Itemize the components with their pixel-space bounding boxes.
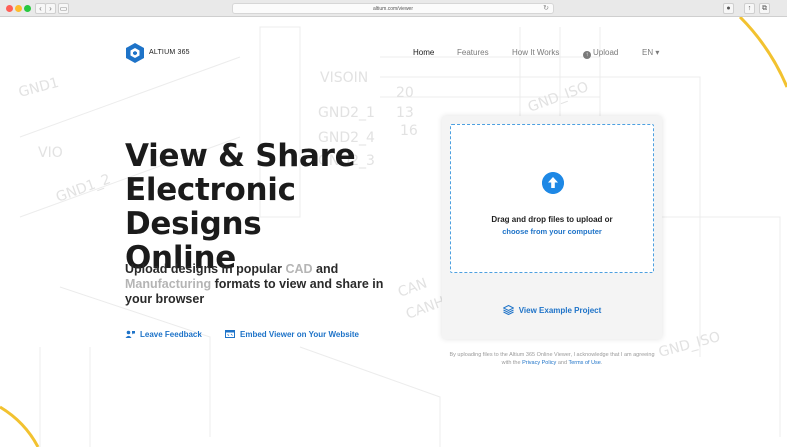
- page-title: View & Share Electronic Designs Online: [125, 139, 425, 275]
- bg-label-gnd2-1: GND2_1: [318, 105, 375, 121]
- minimize-window-icon[interactable]: [15, 5, 22, 12]
- bg-label-13: 13: [396, 105, 414, 121]
- upload-card: Drag and drop files to upload or choose …: [442, 116, 662, 339]
- bg-label-can: CAN: [396, 276, 430, 301]
- privacy-policy-link[interactable]: Privacy Policy: [522, 360, 556, 366]
- subtitle-text-2: and: [312, 262, 339, 276]
- decorative-curve-bottom: [0, 405, 40, 447]
- arrow-up-circle-icon: [542, 172, 564, 194]
- url-text: altium.com/viewer: [372, 6, 413, 12]
- title-line-2: Electronic Designs: [125, 172, 296, 242]
- bg-label-gnd-iso: GND_ISO: [657, 329, 722, 361]
- logo-text[interactable]: ALTIUM 365: [149, 49, 190, 56]
- bg-label-gnd1: GND1: [17, 75, 61, 101]
- legal-and: and: [556, 360, 569, 366]
- embed-viewer-label: Embed Viewer on Your Website: [240, 330, 359, 339]
- nav-upload-label: Upload: [593, 48, 619, 57]
- subtitle-cad: CAD: [285, 262, 313, 276]
- file-drop-zone[interactable]: Drag and drop files to upload or choose …: [450, 124, 654, 273]
- bg-label-vio: VIO: [38, 145, 63, 161]
- nav-upload[interactable]: ↑ Upload: [583, 48, 618, 59]
- choose-file-link[interactable]: choose from your computer: [451, 227, 653, 236]
- subtitle-manufacturing: Manufacturing: [125, 277, 212, 291]
- legal-notice: By uploading files to the Altium 365 Onl…: [446, 351, 658, 367]
- title-line-1: View & Share: [125, 138, 356, 174]
- address-bar[interactable]: altium.com/viewer ↻: [232, 3, 554, 14]
- upload-circle-icon: ↑: [583, 51, 591, 59]
- nav-how-it-works[interactable]: How It Works: [512, 48, 559, 57]
- bg-label-gnd1-2: GND1_2: [54, 171, 113, 206]
- embed-window-icon: [225, 330, 235, 338]
- layers-icon: [502, 305, 514, 315]
- leave-feedback-link[interactable]: Leave Feedback: [125, 330, 202, 339]
- feedback-person-icon: [125, 330, 135, 338]
- embed-viewer-link[interactable]: Embed Viewer on Your Website: [225, 330, 359, 339]
- tabs-overview-icon[interactable]: ⧉: [759, 3, 770, 14]
- reload-icon[interactable]: ↻: [543, 4, 549, 14]
- drop-instructions: Drag and drop files to upload or: [491, 215, 613, 224]
- hero-subtitle: Upload designs in popular CAD and Manufa…: [125, 262, 395, 307]
- bg-label-gnd-iso-2: GND_ISO: [526, 79, 591, 116]
- maximize-window-icon[interactable]: [24, 5, 31, 12]
- share-icon[interactable]: ↑: [744, 3, 755, 14]
- view-example-project-button[interactable]: View Example Project: [442, 305, 662, 315]
- bg-label-20: 20: [396, 85, 414, 101]
- forward-button[interactable]: ›: [45, 3, 56, 14]
- extension-icon[interactable]: ●: [723, 3, 734, 14]
- decorative-curve-top: [738, 17, 787, 88]
- close-window-icon[interactable]: [6, 5, 13, 12]
- subtitle-text-1: Upload designs in popular: [125, 262, 286, 276]
- view-example-label: View Example Project: [518, 306, 602, 315]
- nav-features[interactable]: Features: [457, 48, 489, 57]
- nav-home[interactable]: Home: [413, 48, 434, 57]
- bg-label-canh: CANH: [404, 294, 447, 323]
- altium-logo-icon[interactable]: [124, 42, 146, 64]
- language-selector[interactable]: EN ▾: [642, 48, 659, 57]
- leave-feedback-label: Leave Feedback: [140, 330, 202, 339]
- bg-label-16: 16: [400, 123, 418, 139]
- legal-period: .: [600, 360, 603, 366]
- browser-toolbar: ‹ › ▭ altium.com/viewer ↻ ● ↑ ⧉: [0, 0, 787, 17]
- bg-label-visoin: VISOIN: [320, 70, 368, 86]
- sidebar-toggle-icon[interactable]: ▭: [58, 3, 69, 14]
- terms-of-use-link[interactable]: Terms of Use: [568, 360, 600, 366]
